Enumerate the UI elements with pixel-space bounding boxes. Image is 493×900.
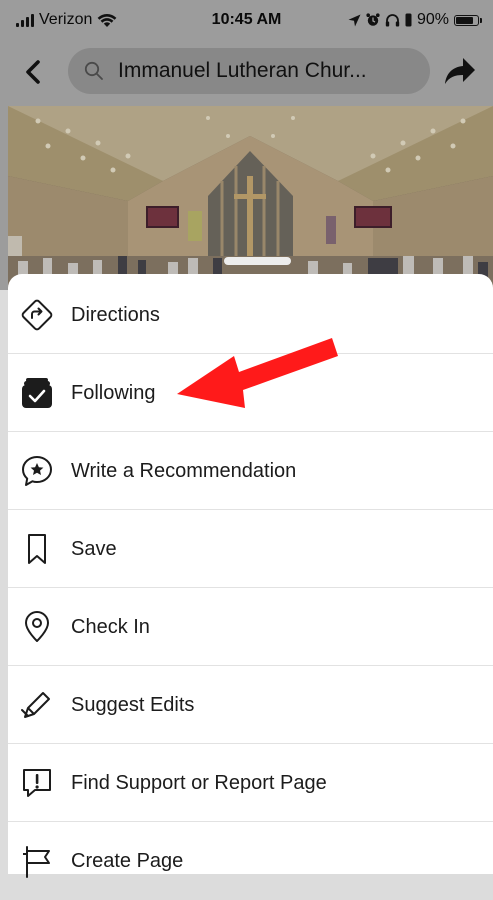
menu-item-label: Save: [71, 537, 117, 560]
menu-item-label: Following: [71, 381, 156, 404]
share-button[interactable]: [443, 54, 477, 88]
battery-fill: [456, 16, 473, 24]
sheet-grabber-handle[interactable]: [224, 257, 291, 265]
dimmed-page-background: Verizon 10:45 AM 90% Immanuel Lutheran C…: [0, 0, 493, 290]
report-icon: [20, 766, 54, 800]
battery-icon: [454, 14, 482, 26]
menu-item-label: Create Page: [71, 849, 184, 872]
status-bar: Verizon 10:45 AM 90%: [0, 0, 493, 40]
menu-item-save[interactable]: Save: [8, 510, 493, 588]
location-pin-icon: [20, 610, 54, 644]
action-sheet: Directions Following Write a Recommendat…: [8, 274, 493, 878]
flag-icon: [20, 844, 54, 878]
search-icon: [84, 61, 103, 80]
menu-item-label: Check In: [71, 615, 150, 638]
menu-item-find-support-report[interactable]: Find Support or Report Page: [8, 744, 493, 822]
chevron-left-icon: [26, 60, 40, 84]
menu-item-create-page[interactable]: Create Page: [8, 822, 493, 900]
back-button[interactable]: [18, 56, 48, 88]
directions-icon: [20, 298, 54, 332]
menu-item-label: Suggest Edits: [71, 693, 195, 716]
menu-item-check-in[interactable]: Check In: [8, 588, 493, 666]
search-bar[interactable]: Immanuel Lutheran Chur...: [68, 48, 430, 94]
menu-item-write-recommendation[interactable]: Write a Recommendation: [8, 432, 493, 510]
menu-item-following[interactable]: Following: [8, 354, 493, 432]
menu-item-label: Write a Recommendation: [71, 459, 297, 482]
status-right: 90%: [348, 11, 482, 29]
following-check-icon: [20, 376, 54, 410]
location-arrow-icon: [348, 14, 361, 26]
share-arrow-icon: [445, 58, 475, 84]
menu-item-label: Directions: [71, 303, 160, 326]
headphones-icon: [385, 14, 400, 27]
search-query: Immanuel Lutheran Chur...: [118, 59, 367, 82]
pencil-icon: [20, 688, 54, 722]
recommendation-star-icon: [20, 454, 54, 488]
navigation-bar: Immanuel Lutheran Chur...: [0, 40, 493, 104]
menu-item-label: Find Support or Report Page: [71, 771, 327, 794]
alarm-icon: [366, 13, 380, 26]
menu-item-suggest-edits[interactable]: Suggest Edits: [8, 666, 493, 744]
battery-percent: 90%: [416, 11, 449, 28]
menu-item-directions[interactable]: Directions: [8, 276, 493, 354]
orientation-lock-icon: [405, 13, 412, 27]
bookmark-icon: [20, 532, 54, 566]
